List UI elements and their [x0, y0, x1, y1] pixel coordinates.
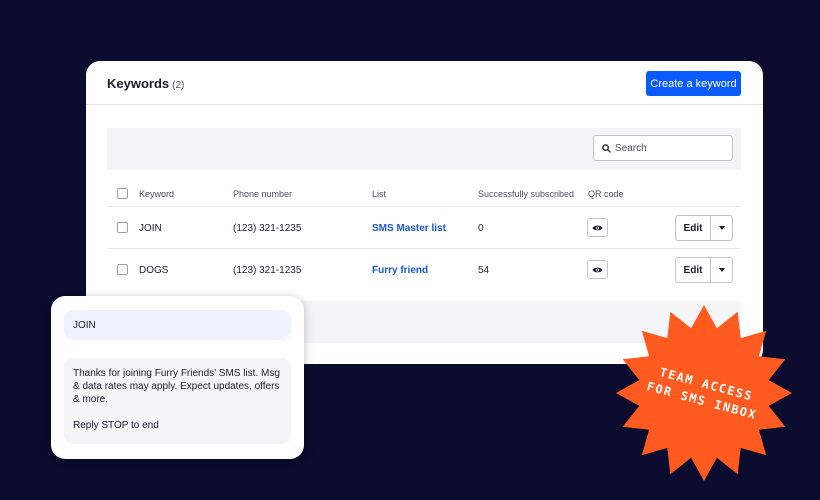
row-keyword: JOIN: [139, 223, 162, 234]
chevron-down-icon: [718, 226, 725, 230]
card-header: Keywords (2) Create a keyword: [86, 61, 763, 105]
sms-preview-card: JOIN Thanks for joining Furry Friends’ S…: [51, 296, 304, 459]
row-subscribed: 0: [478, 223, 484, 234]
eye-icon: [592, 225, 603, 230]
edit-dropdown-button[interactable]: [711, 258, 732, 282]
table-toolbar: [107, 128, 741, 170]
row-phone: (123) 321-1235: [233, 223, 302, 234]
column-header-subscribed[interactable]: Successfully subscribed: [478, 189, 574, 199]
edit-button-group: Edit: [675, 257, 733, 283]
reply-text: Thanks for joining Furry Friends’ SMS li…: [73, 368, 280, 405]
page-title: Keywords (2): [107, 76, 184, 91]
row-phone: (123) 321-1235: [233, 265, 302, 276]
opt-out-text: Reply STOP to end: [73, 420, 159, 431]
qr-view-button[interactable]: [587, 260, 608, 279]
incoming-message: JOIN: [64, 310, 291, 340]
keyword-count: (2): [172, 80, 185, 91]
eye-icon: [592, 267, 603, 272]
column-header-phone[interactable]: Phone number: [233, 189, 292, 199]
search-icon: [602, 143, 611, 153]
row-keyword: DOGS: [139, 265, 169, 276]
row-list-link[interactable]: SMS Master list: [372, 223, 446, 234]
edit-button-group: Edit: [675, 215, 733, 241]
edit-button[interactable]: Edit: [676, 258, 711, 282]
reply-message: Thanks for joining Furry Friends’ SMS li…: [64, 358, 291, 444]
promo-badge: TEAM ACCESS FOR SMS INBOX: [614, 303, 794, 483]
row-subscribed: 54: [478, 265, 490, 276]
select-all-checkbox[interactable]: [117, 188, 128, 199]
chevron-down-icon: [718, 268, 725, 272]
column-header-qr[interactable]: QR code: [588, 189, 624, 199]
row-list-link[interactable]: Furry friend: [372, 265, 428, 276]
column-header-keyword[interactable]: Keyword: [139, 189, 174, 199]
qr-view-button[interactable]: [587, 218, 608, 237]
row-checkbox[interactable]: [117, 222, 128, 233]
column-header-list[interactable]: List: [372, 189, 386, 199]
search-box[interactable]: [593, 135, 733, 161]
edit-dropdown-button[interactable]: [711, 216, 732, 240]
edit-button[interactable]: Edit: [676, 216, 711, 240]
search-input[interactable]: [615, 142, 725, 154]
divider: [107, 206, 741, 207]
divider: [107, 248, 741, 249]
title-text: Keywords: [107, 76, 170, 91]
row-checkbox[interactable]: [117, 264, 128, 275]
create-keyword-button[interactable]: Create a keyword: [646, 71, 741, 96]
frame: Keywords(2) Create a keyword Keyword Pho…: [0, 0, 820, 500]
